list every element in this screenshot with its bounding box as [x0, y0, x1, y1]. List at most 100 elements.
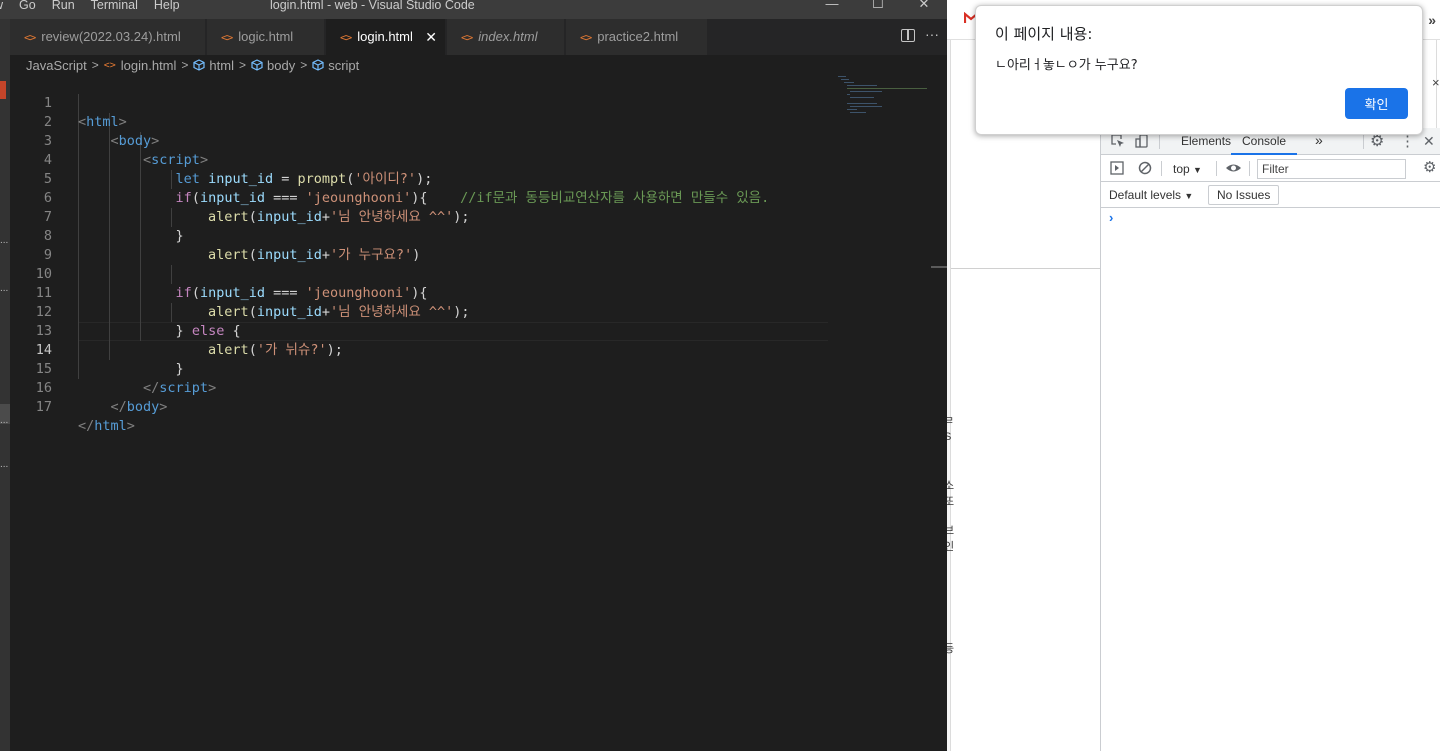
browser-window: » ㄹ S 소 또 브 인 등 Elements Console » ⚙ ⋮ ✕: [947, 0, 1440, 751]
symbol-cube-icon: [251, 59, 263, 71]
scrollbar-cursor-mark: [931, 266, 947, 268]
code-line: 1 <html>: [10, 75, 830, 130]
toolbar-divider: [1161, 161, 1162, 176]
alert-dialog: 이 페이지 내용: ㄴ아리ㅓ놓ㄴㅇ가 누구요? 확인: [975, 5, 1423, 135]
html-file-icon: <>: [461, 31, 473, 44]
breadcrumb-lang[interactable]: JavaScript: [26, 58, 87, 73]
breadcrumb: JavaScript > <> login.html > html > body…: [26, 56, 359, 74]
tab-review[interactable]: <> review(2022.03.24).html: [10, 19, 206, 55]
vscode-window: w Go Run Terminal Help login.html - web …: [0, 0, 947, 751]
clear-console-icon[interactable]: [1138, 161, 1152, 175]
chevron-right-icon: >: [238, 58, 246, 72]
page-text-fragment: S: [947, 431, 952, 443]
toolbar-divider: [1159, 134, 1160, 149]
inspect-element-icon[interactable]: [1111, 134, 1125, 148]
tab-logic[interactable]: <> logic.html: [207, 19, 325, 55]
chevron-right-icon: >: [181, 58, 189, 72]
tab-label: logic.html: [238, 29, 294, 44]
chevron-right-icon: >: [300, 58, 308, 72]
breadcrumb-item-html[interactable]: html: [209, 58, 234, 73]
maximize-button[interactable]: ☐: [855, 0, 901, 12]
activity-bar: ... ... ... ...: [0, 19, 10, 751]
tabs-overflow-icon[interactable]: »: [1428, 12, 1436, 28]
code-editor[interactable]: 1 <html> 2 <body> 3 <script> 4 let input…: [10, 75, 947, 751]
dialog-message: ㄴ아리ㅓ놓ㄴㅇ가 누구요?: [995, 58, 1138, 73]
menu-bar: w Go Run Terminal Help: [0, 0, 188, 13]
code-line: 7 }: [10, 189, 830, 244]
page-text-fragment: ㄹ: [947, 415, 955, 427]
activity-dots-icon[interactable]: ...: [0, 284, 8, 294]
close-button[interactable]: ✕: [901, 0, 947, 12]
html-file-icon: <>: [103, 59, 116, 71]
code-text: </body>: [110, 399, 168, 415]
minimize-button[interactable]: —: [809, 0, 855, 12]
tab-label: index.html: [478, 29, 538, 44]
chevron-down-icon: ▼: [1193, 165, 1202, 175]
page-divider: [947, 268, 1100, 269]
breadcrumb-item-body[interactable]: body: [267, 58, 295, 73]
code-line: 15 </script>: [10, 341, 830, 396]
code-line: 16 </body>: [10, 360, 830, 415]
close-icon[interactable]: ✕: [425, 19, 437, 55]
activity-badge: [0, 81, 6, 99]
tab-practice2[interactable]: <> practice2.html: [566, 19, 708, 55]
chevron-down-icon: ▼: [1184, 191, 1194, 201]
html-file-icon: <>: [221, 31, 233, 44]
console-levels-bar: Default levels ▼ No Issues: [1101, 183, 1440, 208]
ok-button[interactable]: 확인: [1345, 88, 1408, 119]
close-icon[interactable]: ×: [1432, 75, 1440, 90]
html-file-icon: <>: [340, 31, 352, 44]
toolbar-divider: [1216, 161, 1217, 176]
tab-login[interactable]: <> login.html ✕: [326, 19, 446, 55]
page-text-fragment: 브: [947, 525, 955, 537]
more-actions-icon[interactable]: ···: [925, 27, 939, 41]
editor-tabs: <> review(2022.03.24).html <> logic.html <…: [10, 19, 947, 55]
chevron-right-icon: >: [91, 58, 99, 72]
window-controls: — ☐ ✕: [809, 0, 947, 12]
menu-terminal[interactable]: Terminal: [83, 0, 146, 13]
close-devtools-icon[interactable]: ✕: [1423, 133, 1435, 150]
log-levels-dropdown[interactable]: Default levels ▼: [1109, 188, 1193, 202]
tab-index[interactable]: <> index.html: [447, 19, 565, 55]
tab-label: login.html: [357, 29, 413, 44]
context-selector[interactable]: top ▼: [1173, 162, 1202, 176]
issues-button[interactable]: No Issues: [1208, 185, 1280, 205]
title-bar: w Go Run Terminal Help login.html - web …: [0, 0, 947, 19]
code-line: 12 } else {: [10, 284, 830, 339]
breadcrumb-file[interactable]: login.html: [121, 58, 177, 73]
code-line: 2 <body>: [10, 94, 830, 149]
console-prompt-icon[interactable]: ›: [1109, 210, 1113, 225]
minimap[interactable]: [836, 75, 931, 115]
symbol-cube-icon: [312, 59, 324, 71]
code-line: 8 alert(input_id+'가 누구요?'): [10, 208, 830, 263]
web-page: [947, 40, 1100, 751]
code-line: 5 if(input_id === 'jeounghooni'){ //if문과…: [10, 151, 830, 206]
tab-label: review(2022.03.24).html: [41, 29, 181, 44]
console-settings-gear-icon[interactable]: ⚙: [1423, 158, 1436, 176]
html-file-icon: <>: [24, 31, 36, 44]
dialog-title: 이 페이지 내용:: [995, 25, 1093, 43]
activity-dots-icon[interactable]: ...: [0, 460, 8, 470]
console-filter-input[interactable]: [1257, 159, 1406, 179]
menu-run[interactable]: Run: [44, 0, 83, 13]
menu-help[interactable]: Help: [146, 0, 188, 13]
toolbar-divider: [1363, 134, 1364, 149]
code-line: 11 alert(input_id+'님 안녕하세요 ^^');: [10, 265, 830, 320]
sidebar-toggle-icon[interactable]: [1110, 161, 1124, 175]
device-toolbar-icon[interactable]: [1135, 134, 1149, 148]
breadcrumb-item-script[interactable]: script: [328, 58, 359, 73]
activity-dots-icon[interactable]: ...: [0, 416, 8, 426]
page-text-fragment: 또: [947, 496, 955, 508]
menu-go[interactable]: Go: [11, 0, 44, 13]
menu-view[interactable]: w: [0, 0, 11, 13]
page-text-fragment: 등: [947, 643, 955, 655]
code-line: 13 alert('가 뉘슈?');: [10, 303, 830, 358]
code-text: </html>: [78, 418, 135, 434]
editor-scrollbar[interactable]: [931, 75, 945, 751]
page-text-fragment: 인: [947, 541, 955, 553]
code-line: 10 if(input_id === 'jeounghooni'){: [10, 246, 830, 301]
activity-dots-icon[interactable]: ...: [0, 236, 8, 246]
split-editor-icon[interactable]: [901, 29, 915, 42]
log-levels-label: Default levels: [1109, 188, 1182, 202]
live-expression-eye-icon[interactable]: [1225, 161, 1242, 175]
